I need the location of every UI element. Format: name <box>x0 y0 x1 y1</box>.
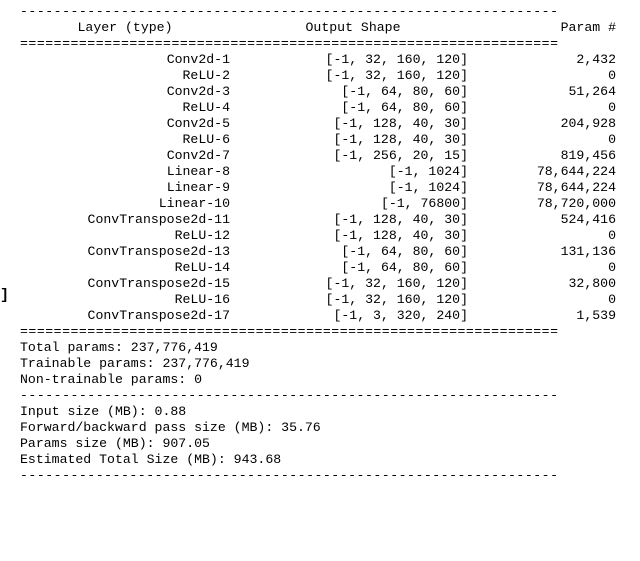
cell-shape: [-1, 64, 80, 60] <box>238 100 476 116</box>
cell-param: 32,800 <box>476 276 616 292</box>
header-row: Layer (type) Output Shape Param # <box>20 20 632 36</box>
table-row: Conv2d-3[-1, 64, 80, 60]51,264 <box>20 84 632 100</box>
cell-param: 204,928 <box>476 116 616 132</box>
cell-param: 819,456 <box>476 148 616 164</box>
layer-rows: Conv2d-1[-1, 32, 160, 120]2,432ReLU-2[-1… <box>20 52 632 324</box>
totals-block: Total params: 237,776,419 Trainable para… <box>20 340 632 388</box>
cell-param: 0 <box>476 68 616 84</box>
cell-shape: [-1, 128, 40, 30] <box>238 228 476 244</box>
table-row: ConvTranspose2d-15[-1, 32, 160, 120]32,8… <box>20 276 632 292</box>
table-row: Linear-9[-1, 1024]78,644,224 <box>20 180 632 196</box>
cell-layer: ReLU-14 <box>20 260 238 276</box>
cell-shape: [-1, 128, 40, 30] <box>238 116 476 132</box>
cell-shape: [-1, 1024] <box>238 164 476 180</box>
cell-shape: [-1, 3, 320, 240] <box>238 308 476 324</box>
table-row: ConvTranspose2d-13[-1, 64, 80, 60]131,13… <box>20 244 632 260</box>
cell-param: 78,644,224 <box>476 180 616 196</box>
cell-param: 0 <box>476 260 616 276</box>
cell-layer: ReLU-12 <box>20 228 238 244</box>
cell-param: 51,264 <box>476 84 616 100</box>
cell-layer: Conv2d-5 <box>20 116 238 132</box>
cell-shape: [-1, 64, 80, 60] <box>238 84 476 100</box>
cell-param: 0 <box>476 132 616 148</box>
model-summary: ----------------------------------------… <box>20 0 632 484</box>
cell-shape: [-1, 64, 80, 60] <box>238 260 476 276</box>
cell-param: 78,644,224 <box>476 164 616 180</box>
cell-layer: Linear-9 <box>20 180 238 196</box>
cell-shape: [-1, 32, 160, 120] <box>238 52 476 68</box>
cell-param: 78,720,000 <box>476 196 616 212</box>
cell-layer: ReLU-6 <box>20 132 238 148</box>
cell-param: 1,539 <box>476 308 616 324</box>
table-row: ReLU-14[-1, 64, 80, 60]0 <box>20 260 632 276</box>
cell-param: 0 <box>476 292 616 308</box>
cell-layer: ConvTranspose2d-17 <box>20 308 238 324</box>
cell-shape: [-1, 64, 80, 60] <box>238 244 476 260</box>
table-row: ReLU-12[-1, 128, 40, 30]0 <box>20 228 632 244</box>
cell-layer: Conv2d-3 <box>20 84 238 100</box>
cell-layer: ReLU-2 <box>20 68 238 84</box>
table-row: ReLU-4[-1, 64, 80, 60]0 <box>20 100 632 116</box>
cell-shape: [-1, 128, 40, 30] <box>238 212 476 228</box>
cell-param: 524,416 <box>476 212 616 228</box>
table-row: Linear-8[-1, 1024]78,644,224 <box>20 164 632 180</box>
table-row: Conv2d-5[-1, 128, 40, 30]204,928 <box>20 116 632 132</box>
cell-layer: ConvTranspose2d-13 <box>20 244 238 260</box>
table-row: ReLU-2[-1, 32, 160, 120]0 <box>20 68 632 84</box>
cell-layer: ReLU-4 <box>20 100 238 116</box>
cell-layer: ConvTranspose2d-11 <box>20 212 238 228</box>
table-row: Conv2d-7[-1, 256, 20, 15]819,456 <box>20 148 632 164</box>
cell-shape: [-1, 32, 160, 120] <box>238 68 476 84</box>
header-shape: Output Shape <box>238 20 476 36</box>
cell-shape: [-1, 1024] <box>238 180 476 196</box>
cell-param: 2,432 <box>476 52 616 68</box>
rule-eq-1: ========================================… <box>20 36 632 52</box>
table-row: ReLU-16[-1, 32, 160, 120]0 <box>20 292 632 308</box>
cell-param: 131,136 <box>476 244 616 260</box>
sizes-block: Input size (MB): 0.88 Forward/backward p… <box>20 404 632 468</box>
page: ] --------------------------------------… <box>0 0 640 561</box>
rule-dash-top: ----------------------------------------… <box>20 4 632 20</box>
table-row: ReLU-6[-1, 128, 40, 30]0 <box>20 132 632 148</box>
header-layer: Layer (type) <box>20 20 238 36</box>
cell-layer: Linear-8 <box>20 164 238 180</box>
cell-param: 0 <box>476 228 616 244</box>
cell-layer: Conv2d-7 <box>20 148 238 164</box>
cell-shape: [-1, 32, 160, 120] <box>238 292 476 308</box>
cell-param: 0 <box>476 100 616 116</box>
cell-layer: Conv2d-1 <box>20 52 238 68</box>
table-row: Linear-10[-1, 76800]78,720,000 <box>20 196 632 212</box>
rule-dash-bottom: ----------------------------------------… <box>20 468 632 484</box>
table-row: ConvTranspose2d-11[-1, 128, 40, 30]524,4… <box>20 212 632 228</box>
header-param: Param # <box>476 20 616 36</box>
table-row: ConvTranspose2d-17[-1, 3, 320, 240]1,539 <box>20 308 632 324</box>
cell-shape: [-1, 76800] <box>238 196 476 212</box>
rule-dash-mid: ----------------------------------------… <box>20 388 632 404</box>
cell-shape: [-1, 256, 20, 15] <box>238 148 476 164</box>
cell-shape: [-1, 128, 40, 30] <box>238 132 476 148</box>
cell-layer: Linear-10 <box>20 196 238 212</box>
cell-layer: ReLU-16 <box>20 292 238 308</box>
cell-shape: [-1, 32, 160, 120] <box>238 276 476 292</box>
margin-bracket-icon: ] <box>0 288 9 304</box>
cell-layer: ConvTranspose2d-15 <box>20 276 238 292</box>
table-row: Conv2d-1[-1, 32, 160, 120]2,432 <box>20 52 632 68</box>
rule-eq-2: ========================================… <box>20 324 632 340</box>
